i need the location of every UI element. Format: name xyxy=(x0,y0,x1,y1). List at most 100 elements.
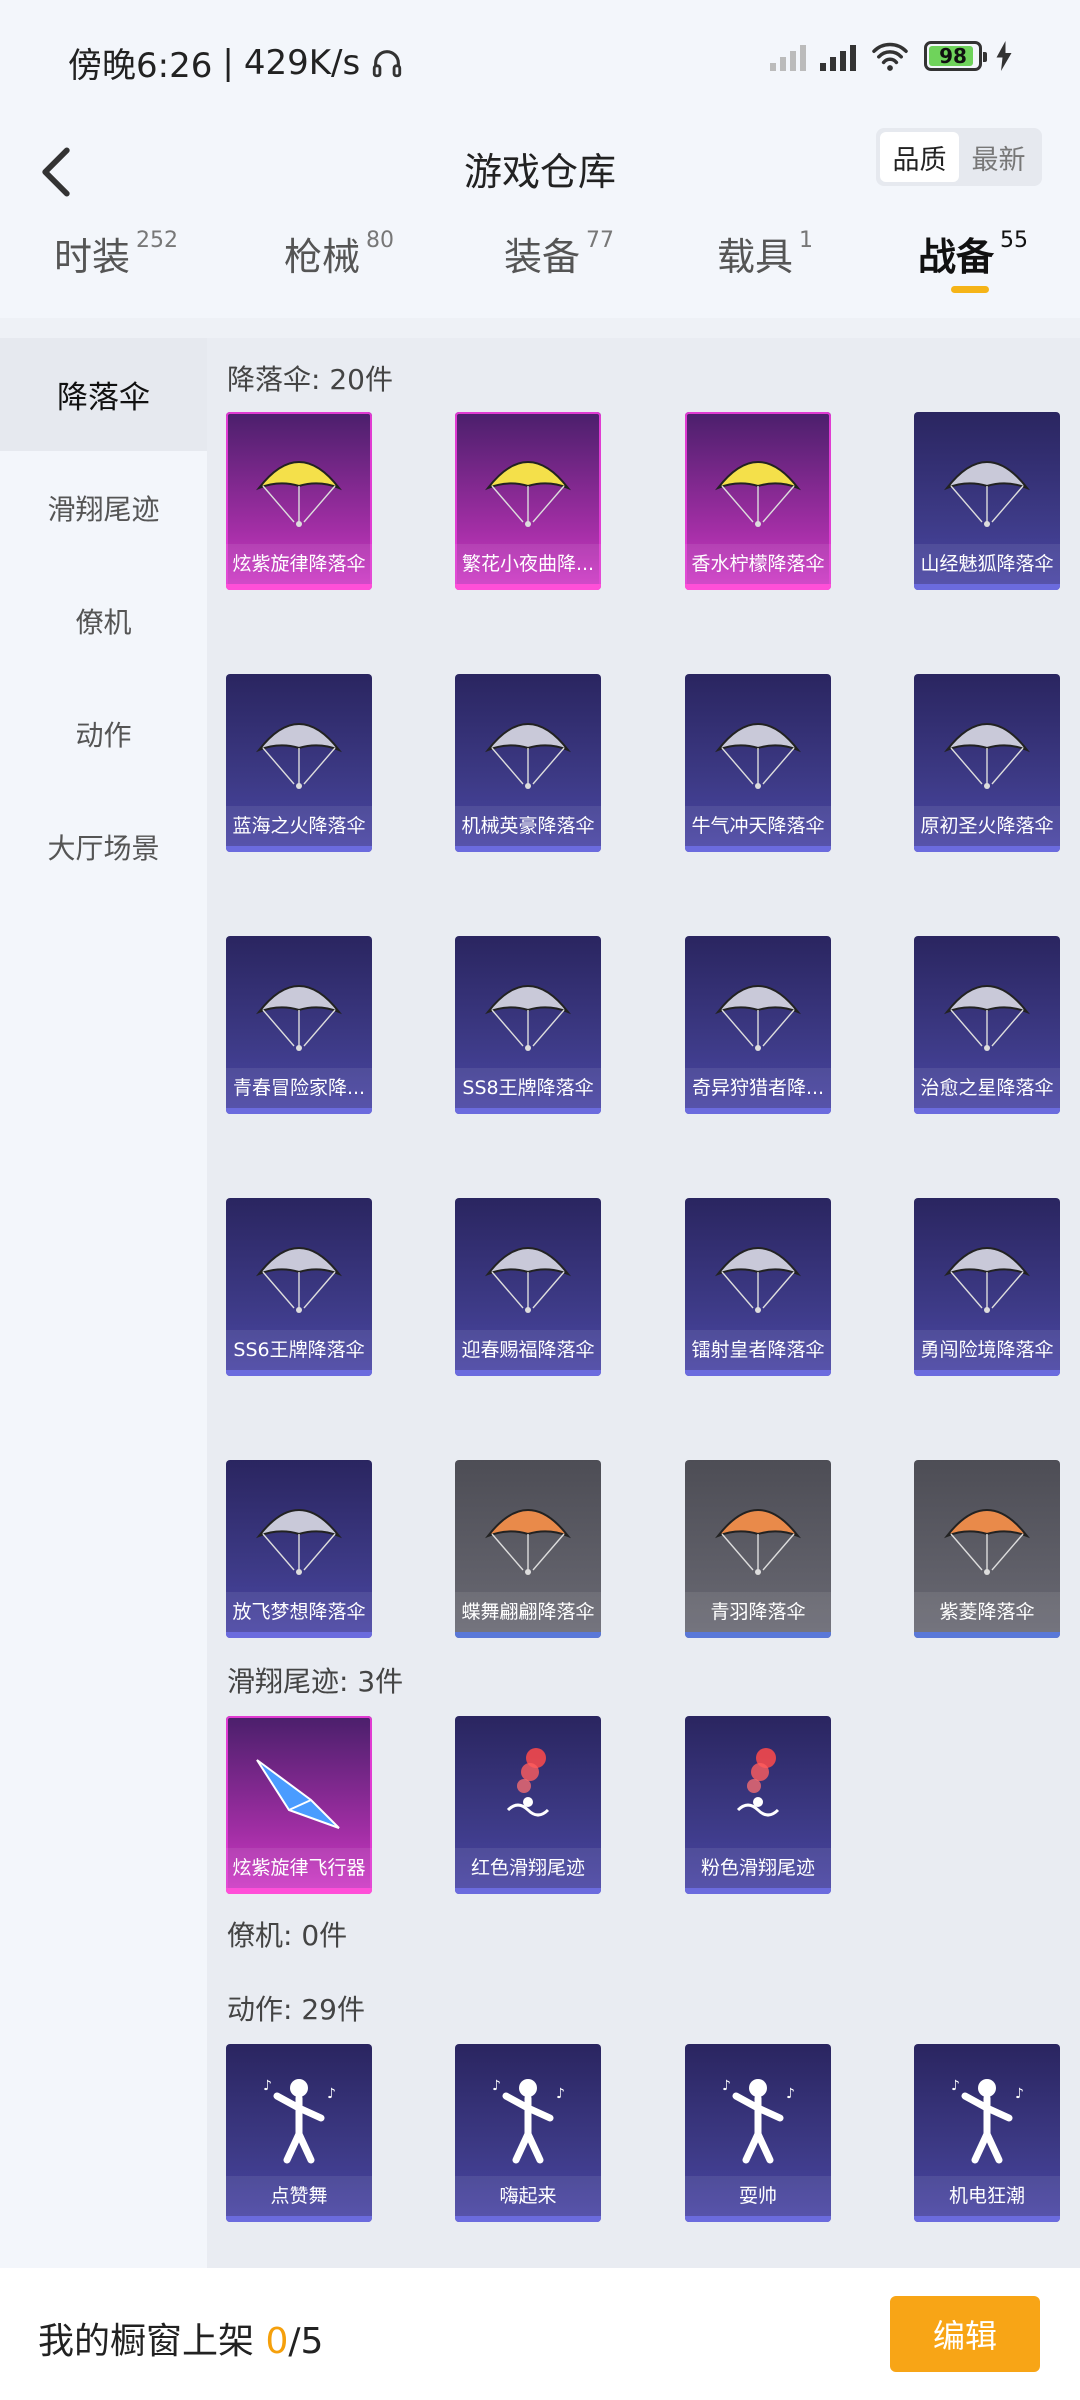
status-bar: 傍晚6:26 | 429K/s 98 xyxy=(0,0,1080,118)
sidebar-item-wingman[interactable]: 僚机 xyxy=(0,564,207,677)
parachute-item-card[interactable]: 香水柠檬降落伞 xyxy=(685,412,831,590)
section-title-glide-trail: 滑翔尾迹: 3件 xyxy=(227,1665,404,1698)
parachute-icon xyxy=(478,436,578,536)
sidebar-item-emote[interactable]: 动作 xyxy=(0,677,207,790)
rarity-bar xyxy=(226,2216,372,2222)
parachute-item-card[interactable]: 勇闯险境降落伞 xyxy=(914,1198,1060,1376)
svg-text:♪: ♪ xyxy=(327,2086,336,2102)
section-title-emote: 动作: 29件 xyxy=(227,1993,365,2026)
parachute-icon xyxy=(937,436,1037,536)
parachute-item-card[interactable]: 蝶舞翩翩降落伞 xyxy=(455,1460,601,1638)
parachute-item-card[interactable]: 炫紫旋律降落伞 xyxy=(226,412,372,590)
rarity-bar xyxy=(685,1888,831,1894)
tab-fashion[interactable]: 时装 252 xyxy=(54,226,178,318)
sidebar-item-parachute[interactable]: 降落伞 xyxy=(0,338,207,451)
parachute-item-card[interactable]: 牛气冲天降落伞 xyxy=(685,674,831,852)
emote-item-card[interactable]: ♪ ♪ 嗨起来 xyxy=(455,2044,601,2222)
smoke-trail-icon xyxy=(478,1740,578,1840)
tab-battle-prep[interactable]: 战备 55 xyxy=(918,226,1028,318)
item-name: 牛气冲天降落伞 xyxy=(685,806,831,846)
item-name: 迎春赐福降落伞 xyxy=(455,1330,601,1370)
item-name: 点赞舞 xyxy=(226,2176,372,2216)
rarity-bar xyxy=(455,1632,601,1638)
emote-item-card[interactable]: ♪ ♪ 机电狂潮 xyxy=(914,2044,1060,2222)
rarity-bar xyxy=(455,1370,601,1376)
sidebar-item-glide-trail[interactable]: 滑翔尾迹 xyxy=(0,451,207,564)
parachute-item-card[interactable]: 迎春赐福降落伞 xyxy=(455,1198,601,1376)
parachute-item-card[interactable]: 原初圣火降落伞 xyxy=(914,674,1060,852)
parachute-item-card[interactable]: 山经魅狐降落伞 xyxy=(914,412,1060,590)
parachute-item-card[interactable]: 镭射皇者降落伞 xyxy=(685,1198,831,1376)
item-name: 蓝海之火降落伞 xyxy=(226,806,372,846)
item-name: 粉色滑翔尾迹 xyxy=(685,1848,831,1888)
parachute-icon xyxy=(249,960,349,1060)
item-name: 青春冒险家降... xyxy=(226,1068,372,1108)
rarity-bar xyxy=(455,2216,601,2222)
item-name: 奇异狩猎者降... xyxy=(685,1068,831,1108)
item-name: 繁花小夜曲降... xyxy=(455,544,601,584)
svg-text:♪: ♪ xyxy=(951,2078,960,2094)
parachute-item-card[interactable]: 治愈之星降落伞 xyxy=(914,936,1060,1114)
status-net-speed: 429K/s xyxy=(243,42,361,83)
trail-item-card[interactable]: 红色滑翔尾迹 xyxy=(455,1716,601,1894)
item-name: SS6王牌降落伞 xyxy=(226,1330,372,1370)
item-name: 炫紫旋律飞行器 xyxy=(226,1848,372,1888)
rarity-bar xyxy=(226,1370,372,1376)
item-name: 镭射皇者降落伞 xyxy=(685,1330,831,1370)
parachute-item-card[interactable]: 紫菱降落伞 xyxy=(914,1460,1060,1638)
active-tab-indicator xyxy=(951,286,989,293)
sort-quality-button[interactable]: 品质 xyxy=(880,132,959,182)
item-name: 原初圣火降落伞 xyxy=(914,806,1060,846)
rarity-bar xyxy=(226,1108,372,1114)
parachute-item-card[interactable]: 繁花小夜曲降... xyxy=(455,412,601,590)
category-tabs: 时装 252 枪械 80 装备 77 载具 1 战备 55 xyxy=(0,226,1080,318)
rarity-bar xyxy=(455,846,601,852)
tab-weapons[interactable]: 枪械 80 xyxy=(284,226,394,318)
section-title-parachute: 降落伞: 20件 xyxy=(227,363,393,396)
edit-button[interactable]: 编辑 xyxy=(890,2296,1040,2372)
rarity-bar xyxy=(226,1632,372,1638)
parachute-item-card[interactable]: 机械英豪降落伞 xyxy=(455,674,601,852)
parachute-icon xyxy=(708,1484,808,1584)
header: 游戏仓库 品质 最新 时装 252 枪械 80 装备 77 载具 1 战备 55 xyxy=(0,118,1080,318)
sort-newest-button[interactable]: 最新 xyxy=(959,132,1038,182)
parachute-item-card[interactable]: 蓝海之火降落伞 xyxy=(226,674,372,852)
item-name: 蝶舞翩翩降落伞 xyxy=(455,1592,601,1632)
sidebar-item-lobby-scene[interactable]: 大厅场景 xyxy=(0,790,207,903)
rarity-bar xyxy=(685,1108,831,1114)
parachute-item-card[interactable]: 青春冒险家降... xyxy=(226,936,372,1114)
sidebar: 降落伞 滑翔尾迹 僚机 动作 大厅场景 xyxy=(0,338,207,2268)
parachute-icon xyxy=(937,1222,1037,1322)
trail-item-card[interactable]: 炫紫旋律飞行器 xyxy=(226,1716,372,1894)
rarity-bar xyxy=(914,1632,1060,1638)
emote-item-card[interactable]: ♪ ♪ 耍帅 xyxy=(685,2044,831,2222)
svg-text:♪: ♪ xyxy=(556,2086,565,2102)
headphones-icon xyxy=(373,49,402,77)
trail-item-card[interactable]: 粉色滑翔尾迹 xyxy=(685,1716,831,1894)
item-name: 香水柠檬降落伞 xyxy=(685,544,831,584)
item-name: 机电狂潮 xyxy=(914,2176,1060,2216)
item-name: 机械英豪降落伞 xyxy=(455,806,601,846)
item-name: 勇闯险境降落伞 xyxy=(914,1330,1060,1370)
showcase-footer: 我的橱窗上架 0/5 编辑 xyxy=(0,2268,1080,2400)
parachute-icon xyxy=(937,960,1037,1060)
wifi-icon xyxy=(872,42,908,71)
parachute-item-card[interactable]: SS6王牌降落伞 xyxy=(226,1198,372,1376)
battery-icon: 98 xyxy=(924,41,987,71)
rarity-bar xyxy=(685,1370,831,1376)
smoke-trail-icon xyxy=(708,1740,808,1840)
parachute-icon xyxy=(708,960,808,1060)
parachute-item-card[interactable]: 奇异狩猎者降... xyxy=(685,936,831,1114)
parachute-item-card[interactable]: SS8王牌降落伞 xyxy=(455,936,601,1114)
parachute-icon xyxy=(478,960,578,1060)
parachute-item-card[interactable]: 青羽降落伞 xyxy=(685,1460,831,1638)
parachute-item-card[interactable]: 放飞梦想降落伞 xyxy=(226,1460,372,1638)
tab-vehicles[interactable]: 载具 1 xyxy=(717,226,813,318)
charging-icon xyxy=(996,41,1012,71)
emote-item-card[interactable]: ♪ ♪ 点赞舞 xyxy=(226,2044,372,2222)
dance-pose-icon: ♪ ♪ xyxy=(937,2068,1037,2168)
tab-equipment[interactable]: 装备 77 xyxy=(504,226,614,318)
item-name: 山经魅狐降落伞 xyxy=(914,544,1060,584)
parachute-icon xyxy=(937,698,1037,798)
item-name: 治愈之星降落伞 xyxy=(914,1068,1060,1108)
